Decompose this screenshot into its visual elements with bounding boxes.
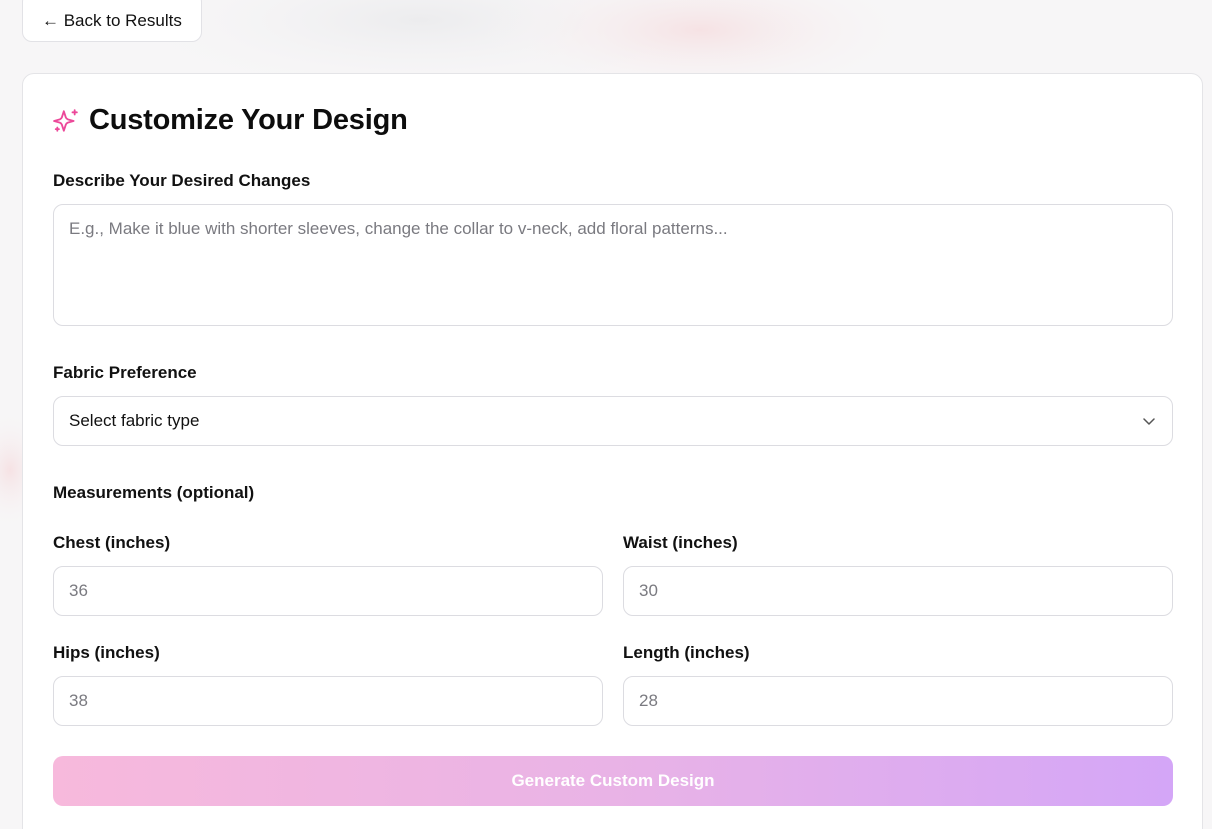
waist-input[interactable] <box>623 566 1173 616</box>
length-input[interactable] <box>623 676 1173 726</box>
description-textarea[interactable] <box>53 204 1173 326</box>
chest-input[interactable] <box>53 566 603 616</box>
sparkles-icon <box>53 108 79 134</box>
measurements-heading: Measurements (optional) <box>53 483 255 502</box>
generate-custom-design-button[interactable]: Generate Custom Design <box>53 756 1173 806</box>
fabric-select[interactable]: Select fabric type <box>53 396 1173 446</box>
back-to-results-button[interactable]: ← Back to Results <box>22 0 202 42</box>
customize-design-card: Customize Your Design Describe Your Desi… <box>22 73 1203 829</box>
fabric-label: Fabric Preference <box>53 363 197 382</box>
hips-label: Hips (inches) <box>53 643 160 662</box>
length-label: Length (inches) <box>623 643 750 662</box>
page-title: Customize Your Design <box>89 104 408 136</box>
hips-input[interactable] <box>53 676 603 726</box>
waist-label: Waist (inches) <box>623 533 738 552</box>
fabric-select-value: Select fabric type <box>69 411 200 430</box>
chevron-down-icon <box>1141 413 1157 429</box>
card-header: Customize Your Design <box>53 104 408 137</box>
description-label: Describe Your Desired Changes <box>53 171 311 190</box>
chest-label: Chest (inches) <box>53 533 171 552</box>
